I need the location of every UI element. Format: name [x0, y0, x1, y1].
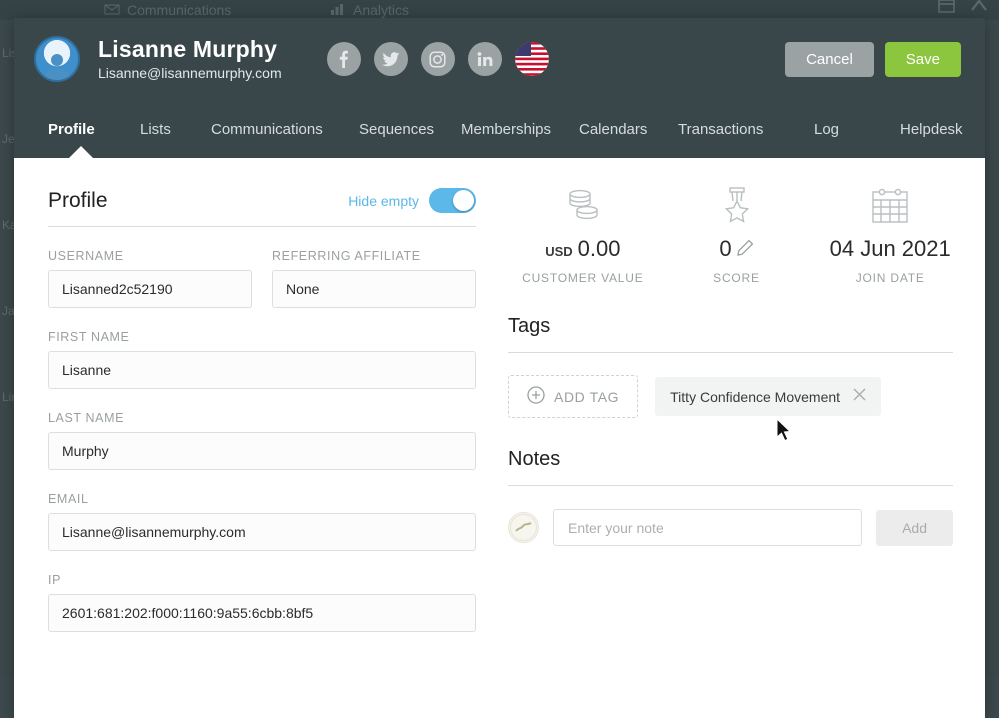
stat-score: 0 SCORE — [660, 178, 814, 285]
field-label: FIRST NAME — [48, 330, 476, 344]
close-icon[interactable] — [969, 0, 989, 19]
background-nav-communications[interactable]: Communications — [104, 2, 231, 18]
field-label: REFERRING AFFILIATE — [272, 249, 476, 263]
pencil-edit-icon[interactable] — [737, 236, 754, 262]
social-links — [327, 42, 549, 76]
tab-log[interactable]: Log — [814, 121, 839, 138]
background-nav-analytics[interactable]: Analytics — [330, 2, 409, 18]
tab-sequences[interactable]: Sequences — [359, 121, 434, 138]
instagram-icon[interactable] — [421, 42, 455, 76]
stat-value-row: 04 Jun 2021 — [813, 236, 967, 262]
summary-panel: USD 0.00 CUSTOMER VALUE 0 — [500, 158, 985, 718]
stat-label: CUSTOMER VALUE — [506, 271, 660, 285]
toggle-knob — [453, 190, 474, 211]
remove-tag-icon[interactable] — [853, 388, 866, 405]
tag-chip[interactable]: Titty Confidence Movement — [655, 377, 881, 416]
first-name-input[interactable] — [48, 351, 476, 389]
contact-email: Lisanne@lisannemurphy.com — [98, 65, 282, 81]
tab-helpdesk[interactable]: Helpdesk — [900, 121, 963, 138]
note-author-avatar — [508, 512, 539, 543]
linkedin-icon[interactable] — [468, 42, 502, 76]
hide-empty-control[interactable]: Hide empty — [348, 188, 476, 213]
tab-lists[interactable]: Lists — [140, 121, 171, 138]
field-label: LAST NAME — [48, 411, 476, 425]
tab-bar: Profile Lists Communications Sequences Membe… — [14, 100, 985, 158]
ip-input[interactable] — [48, 594, 476, 632]
calendar-icon — [813, 178, 967, 226]
field-label: IP — [48, 573, 476, 587]
stat-label: JOIN DATE — [813, 271, 967, 285]
plus-circle-icon — [527, 386, 545, 407]
username-input[interactable] — [48, 270, 252, 308]
stats-row: USD 0.00 CUSTOMER VALUE 0 — [506, 178, 967, 285]
referring-affiliate-input[interactable] — [272, 270, 476, 308]
notes-section: Notes Add — [506, 448, 967, 546]
field-username: USERNAME — [48, 227, 252, 308]
user-avatar-icon — [40, 50, 74, 80]
last-name-input[interactable] — [48, 432, 476, 470]
contact-name: Lisanne Murphy — [98, 37, 282, 62]
field-ip: IP — [48, 573, 476, 632]
tag-label: Titty Confidence Movement — [670, 389, 840, 405]
field-row-username-affiliate: USERNAME REFERRING AFFILIATE — [48, 227, 476, 308]
background-nav-label: Communications — [127, 2, 231, 18]
mouse-cursor — [776, 418, 793, 448]
tab-profile[interactable]: Profile — [48, 121, 95, 138]
cancel-button[interactable]: Cancel — [785, 42, 874, 77]
background-topbar-right — [938, 0, 989, 19]
join-date-value: 04 Jun 2021 — [830, 236, 951, 262]
tab-transactions[interactable]: Transactions — [678, 121, 763, 138]
tags-section: Tags ADD TAG Titty Confidence Movement — [506, 315, 967, 418]
medal-icon — [660, 178, 814, 226]
bar-chart-icon — [330, 2, 346, 18]
stat-value-row: 0 — [660, 236, 814, 262]
tab-communications[interactable]: Communications — [211, 121, 323, 138]
hide-empty-label: Hide empty — [348, 193, 419, 209]
add-tag-button[interactable]: ADD TAG — [508, 375, 638, 418]
customer-value: 0.00 — [578, 236, 621, 262]
currency-code: USD — [545, 244, 572, 259]
field-referring-affiliate: REFERRING AFFILIATE — [272, 227, 476, 308]
page-title: Profile — [48, 189, 108, 213]
note-composer: Add — [508, 509, 953, 546]
coins-icon — [506, 178, 660, 226]
field-email: EMAIL — [48, 492, 476, 551]
tags-title: Tags — [508, 315, 953, 353]
active-tab-caret — [68, 146, 94, 159]
field-first-name: FIRST NAME — [48, 330, 476, 389]
background-topbar: Communications Analytics — [0, 0, 999, 20]
header-identity: Lisanne Murphy Lisanne@lisannemurphy.com — [98, 37, 282, 80]
profile-panel: Profile Hide empty USERNAME REFERRING AF… — [14, 158, 500, 718]
stat-value-row: USD 0.00 — [506, 236, 660, 262]
field-last-name: LAST NAME — [48, 411, 476, 470]
email-input[interactable] — [48, 513, 476, 551]
add-note-button[interactable]: Add — [876, 510, 953, 546]
note-input[interactable] — [553, 509, 862, 546]
twitter-icon[interactable] — [374, 42, 408, 76]
background-nav-label: Analytics — [353, 2, 409, 18]
profile-section-header: Profile Hide empty — [48, 188, 476, 227]
modal-header: Lisanne Murphy Lisanne@lisannemurphy.com — [14, 18, 985, 100]
tags-row: ADD TAG Titty Confidence Movement — [508, 375, 953, 418]
calendar-icon[interactable] — [938, 0, 955, 18]
notes-title: Notes — [508, 448, 953, 486]
save-button[interactable]: Save — [885, 42, 961, 77]
modal-body: Profile Hide empty USERNAME REFERRING AF… — [14, 158, 985, 718]
contact-detail-modal: Lisanne Murphy Lisanne@lisannemurphy.com — [14, 18, 985, 718]
field-label: USERNAME — [48, 249, 252, 263]
score-value: 0 — [719, 236, 731, 262]
envelope-icon — [104, 2, 120, 18]
add-tag-label: ADD TAG — [554, 389, 619, 405]
stat-join-date: 04 Jun 2021 JOIN DATE — [813, 178, 967, 285]
header-actions: Cancel Save — [785, 42, 961, 77]
stat-label: SCORE — [660, 271, 814, 285]
stat-customer-value: USD 0.00 CUSTOMER VALUE — [506, 178, 660, 285]
avatar — [34, 36, 80, 82]
tab-memberships[interactable]: Memberships — [461, 121, 551, 138]
field-label: EMAIL — [48, 492, 476, 506]
facebook-icon[interactable] — [327, 42, 361, 76]
us-flag-icon[interactable] — [515, 42, 549, 76]
tab-calendars[interactable]: Calendars — [579, 121, 647, 138]
hide-empty-toggle[interactable] — [429, 188, 476, 213]
